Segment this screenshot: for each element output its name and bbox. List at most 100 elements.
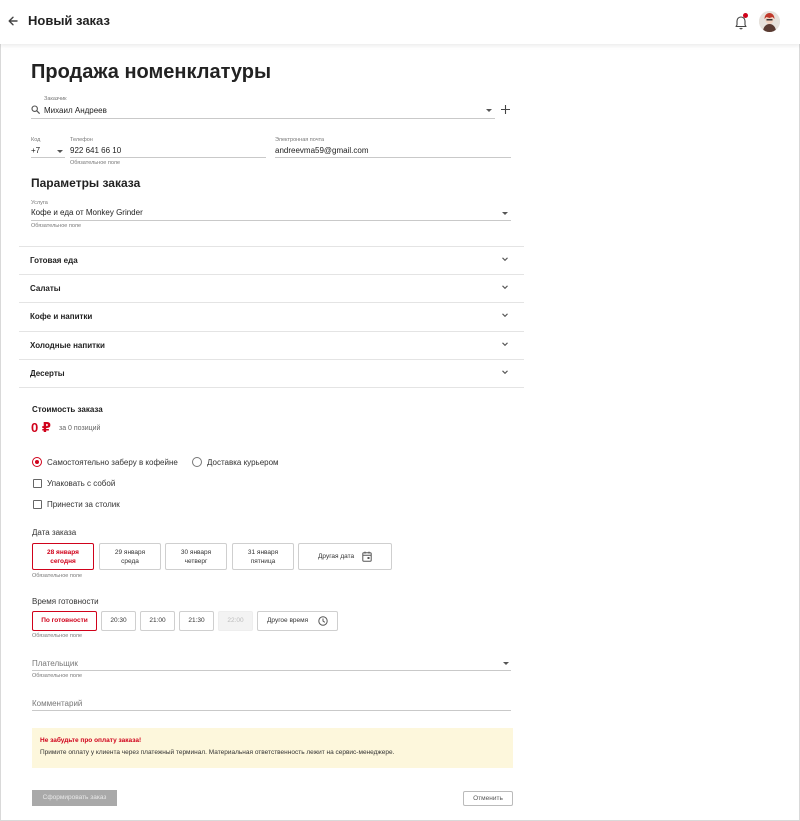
order-date-title: Дата заказа	[32, 528, 77, 537]
service-select[interactable]: Кофе и еда от Monkey Grinder	[31, 208, 143, 217]
service-label: Услуга	[31, 200, 48, 206]
date-chip-day: сегодня	[50, 558, 76, 565]
chevron-down-icon	[501, 255, 509, 263]
calendar-icon	[362, 551, 372, 562]
chevron-down-icon	[501, 311, 509, 319]
category-row[interactable]: Салаты	[19, 274, 524, 302]
notification-badge	[743, 13, 748, 18]
notice-text: Примите оплату у клиента через платежный…	[40, 749, 395, 756]
time-required-hint: Обязательное поле	[32, 633, 83, 639]
chevron-down-icon	[501, 368, 509, 376]
page-frame	[0, 0, 800, 821]
code-dropdown-icon[interactable]	[57, 150, 63, 153]
comment-field[interactable]: Комментарий	[32, 699, 82, 708]
cost-subtitle: за 0 позиций	[59, 425, 101, 432]
date-chip[interactable]: 30 января четверг	[165, 543, 227, 570]
category-label: Готовая еда	[30, 256, 78, 265]
order-params-title: Параметры заказа	[31, 176, 141, 190]
top-bar: Новый заказ	[0, 0, 800, 44]
cancel-button[interactable]: Отменить	[463, 791, 513, 806]
category-label: Салаты	[30, 284, 61, 293]
date-chip-date: 28 января	[47, 549, 79, 556]
category-label: Холодные напитки	[30, 341, 105, 350]
category-row[interactable]: Готовая еда	[19, 246, 524, 274]
date-chip-day: среда	[121, 558, 139, 565]
other-time-label: Другое время	[267, 617, 309, 624]
search-icon	[31, 105, 40, 114]
date-required-hint: Обязательное поле	[32, 573, 83, 579]
payer-dropdown-icon[interactable]	[503, 662, 509, 665]
time-chip-label: 21:30	[188, 617, 205, 624]
time-chip-label: 22:00	[227, 617, 244, 624]
avatar[interactable]	[759, 11, 780, 32]
chevron-down-icon	[501, 283, 509, 291]
payer-underline	[32, 670, 511, 671]
time-chip-label: По готовности	[41, 617, 88, 624]
time-chip-label: 21:00	[149, 617, 166, 624]
table-checkbox[interactable]	[33, 500, 42, 509]
time-chip[interactable]: 21:30	[179, 611, 214, 631]
pickup-label: Самостоятельно заберу в кофейне	[47, 458, 178, 467]
category-label: Кофе и напитки	[30, 312, 93, 321]
pack-checkbox[interactable]	[33, 479, 42, 488]
date-chip-date: 31 января	[247, 549, 279, 556]
date-chip[interactable]: 28 января сегодня	[32, 543, 94, 570]
date-chip-date: 30 января	[180, 549, 212, 556]
email-label: Электронная почта	[275, 137, 325, 143]
other-date-label: Другая дата	[318, 553, 355, 560]
other-time-button[interactable]: Другое время	[257, 611, 338, 631]
payment-notice: Не забудьте про оплату заказа! Примите о…	[32, 728, 513, 768]
phone-underline	[70, 157, 266, 158]
date-chip-day: четверг	[184, 558, 208, 565]
category-row[interactable]: Холодные напитки	[19, 331, 524, 359]
service-dropdown-icon[interactable]	[502, 212, 508, 215]
time-chip[interactable]: 21:00	[140, 611, 175, 631]
code-select[interactable]: +7	[31, 146, 40, 155]
category-row[interactable]: Кофе и напитки	[19, 302, 524, 330]
email-underline	[275, 157, 511, 158]
date-chip-date: 29 января	[114, 549, 146, 556]
comment-underline	[32, 710, 511, 711]
pickup-radio[interactable]	[32, 457, 42, 467]
code-label: Код	[31, 137, 41, 143]
date-chip-day: пятница	[250, 558, 276, 565]
chevron-down-icon	[501, 340, 509, 348]
cost-title: Стоимость заказа	[32, 405, 103, 414]
time-chip[interactable]: По готовности	[32, 611, 97, 631]
submit-order-button[interactable]: Сформировать заказ	[32, 790, 117, 806]
clock-icon	[318, 616, 328, 626]
customer-label: Заказчик	[44, 96, 67, 102]
courier-label: Доставка курьером	[207, 458, 279, 467]
time-chip-label: 20:30	[110, 617, 127, 624]
customer-field[interactable]: Михаил Андреев	[44, 106, 107, 115]
time-chip: 22:00	[218, 611, 253, 631]
phone-required-hint: Обязательное поле	[70, 160, 121, 166]
app-title: Новый заказ	[28, 13, 110, 28]
other-date-button[interactable]: Другая дата	[298, 543, 392, 570]
payer-select[interactable]: Плательщик	[32, 659, 78, 668]
code-underline	[31, 157, 65, 158]
customer-dropdown-icon[interactable]	[486, 109, 492, 112]
date-chip[interactable]: 31 января пятница	[232, 543, 294, 570]
notice-title: Не забудьте про оплату заказа!	[40, 737, 142, 744]
divider	[19, 387, 524, 388]
service-required-hint: Обязательное поле	[31, 223, 82, 229]
page-title: Продажа номенклатуры	[31, 61, 272, 83]
payer-required-hint: Обязательное поле	[32, 673, 83, 679]
add-customer-icon[interactable]	[500, 104, 511, 115]
category-row[interactable]: Десерты	[19, 359, 524, 387]
time-chip[interactable]: 20:30	[101, 611, 136, 631]
table-label: Принести за столик	[47, 500, 120, 509]
phone-field[interactable]: 922 641 66 10	[70, 146, 121, 155]
date-chip[interactable]: 29 января среда	[99, 543, 161, 570]
cost-amount: 0 ₽	[31, 420, 51, 435]
email-field[interactable]: andreevma59@gmail.com	[275, 146, 369, 155]
customer-underline	[31, 118, 495, 119]
courier-radio[interactable]	[192, 457, 202, 467]
category-label: Десерты	[30, 369, 65, 378]
ready-time-title: Время готовности	[32, 597, 99, 606]
phone-label: Телефон	[70, 137, 93, 143]
pack-label: Упаковать с собой	[47, 479, 116, 488]
service-underline	[31, 220, 511, 221]
back-arrow-icon[interactable]	[7, 14, 19, 28]
